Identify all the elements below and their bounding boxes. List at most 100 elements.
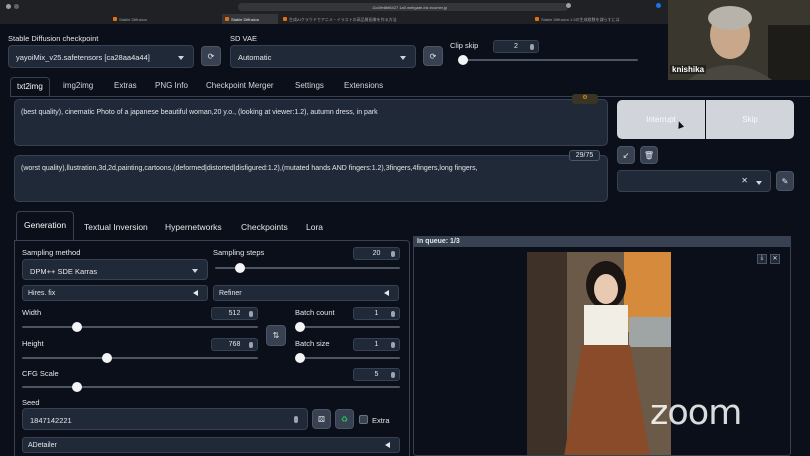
spinner-icon (294, 416, 298, 423)
reuse-seed-button[interactable]: ♻ (335, 409, 354, 429)
sampling-method-label: Sampling method (22, 248, 81, 257)
batch-count-input[interactable]: 1 (353, 307, 400, 320)
spinner-icon (391, 251, 395, 257)
slider-thumb[interactable] (295, 353, 305, 363)
extra-networks-icon[interactable]: ⚙︎ (572, 94, 598, 104)
tab-settings[interactable]: Settings (295, 81, 324, 90)
tab-generation[interactable]: Generation (16, 211, 75, 241)
trash-icon: 🗑 (643, 150, 655, 160)
profile-avatar[interactable] (656, 3, 661, 8)
webcam-video: knishika (668, 0, 810, 80)
browser-chrome: Stable Diffusion Stable Diffusion 生成AIクラ… (0, 0, 668, 24)
positive-prompt-textarea[interactable]: (best quality), cinematic Photo of a jap… (14, 99, 608, 146)
spinner-icon (249, 311, 253, 317)
sampling-method-dropdown[interactable]: DPM++ SDE Karras (22, 259, 208, 280)
slider-thumb[interactable] (102, 353, 112, 363)
extra-label: Extra (372, 416, 390, 425)
spinner-icon (530, 44, 534, 50)
tab-txt2img[interactable]: txt2img (10, 77, 50, 97)
tab-hypernetworks[interactable]: Hypernetworks (165, 222, 222, 232)
reload-icon[interactable] (566, 3, 571, 8)
spinner-icon (391, 372, 395, 378)
height-slider[interactable] (22, 353, 258, 363)
tabs-divider (10, 96, 810, 97)
slider-thumb[interactable] (295, 322, 305, 332)
tab-png-info[interactable]: PNG Info (155, 81, 188, 90)
queue-status-bar: In queue: 1/3 (413, 236, 791, 247)
edit-styles-button[interactable]: ✎ (776, 171, 794, 191)
browser-tab-0[interactable]: Stable Diffusion (110, 14, 220, 24)
negative-prompt-textarea[interactable]: (worst quality),llustration,3d,2d,painti… (14, 155, 608, 202)
height-input[interactable]: 768 (211, 338, 258, 351)
spinner-icon (391, 342, 395, 348)
tab-lora[interactable]: Lora (306, 222, 323, 232)
slider-thumb[interactable] (72, 322, 82, 332)
cfg-scale-input[interactable]: 5 (353, 368, 400, 381)
extra-checkbox[interactable] (359, 415, 368, 424)
sampling-steps-slider[interactable] (215, 263, 400, 273)
batch-size-slider[interactable] (295, 353, 400, 363)
chevron-down-icon (400, 56, 406, 60)
browser-tab-2[interactable]: 生成AIクラウドでアニメ・イラストの高品質画像を作る方法 (280, 14, 530, 24)
slider-thumb[interactable] (72, 382, 82, 392)
tab-checkpoint-merger[interactable]: Checkpoint Merger (206, 81, 274, 90)
refresh-vae-button[interactable]: ⟳ (423, 46, 443, 66)
browser-tab-3[interactable]: Stable Diffusion 1.5の生成枚数を減らすには (532, 14, 652, 24)
adetailer-accordion[interactable]: ADetailer (22, 437, 400, 453)
tab-favicon-icon (225, 17, 229, 21)
triangle-left-icon (193, 290, 198, 296)
refiner-accordion[interactable]: Refiner (213, 285, 399, 301)
refresh-checkpoint-button[interactable]: ⟳ (201, 46, 221, 66)
tab-img2img[interactable]: img2img (63, 81, 93, 90)
tab-extras[interactable]: Extras (114, 81, 137, 90)
slider-thumb[interactable] (235, 263, 245, 273)
trash-button[interactable]: 🗑 (640, 146, 658, 164)
clip-skip-slider[interactable] (458, 55, 638, 65)
width-label: Width (22, 308, 42, 317)
sampling-steps-input[interactable]: 20 (353, 247, 400, 260)
swap-dimensions-button[interactable]: ⇅ (266, 325, 286, 346)
browser-tab-1[interactable]: Stable Diffusion (222, 14, 278, 24)
address-bar[interactable]: 11c0fe8bf8427 1a0.webgate-biz.ecomer.jp (238, 3, 568, 11)
participant-name: knishika (670, 65, 707, 74)
close-icon[interactable]: ✕ (741, 176, 748, 185)
tab-favicon-icon (283, 17, 287, 21)
tab-list-icon[interactable] (14, 4, 19, 9)
seed-input[interactable]: 1847142221 (22, 408, 308, 430)
width-input[interactable]: 512 (211, 307, 258, 320)
random-seed-button[interactable]: ⚄ (312, 409, 331, 429)
swap-icon: ⇅ (272, 331, 280, 340)
styles-dropdown[interactable]: ✕ (617, 170, 771, 192)
interrupt-button[interactable]: Interrupt (617, 100, 705, 139)
recycle-icon: ♻ (340, 414, 349, 424)
vae-label: SD VAE (230, 34, 257, 43)
clip-skip-input[interactable]: 2 (493, 40, 539, 53)
refresh-icon: ⟳ (207, 51, 215, 61)
pencil-icon: ✎ (781, 176, 789, 186)
window-menu-icon[interactable] (6, 4, 11, 9)
chevron-down-icon (192, 269, 198, 273)
triangle-left-icon (384, 290, 389, 296)
tab-textual-inversion[interactable]: Textual Inversion (84, 222, 148, 232)
checkpoint-label: Stable Diffusion checkpoint (8, 34, 99, 43)
tab-favicon-icon (535, 17, 539, 21)
spinner-icon (249, 342, 253, 348)
width-slider[interactable] (22, 322, 258, 332)
batch-size-input[interactable]: 1 (353, 338, 400, 351)
download-icon[interactable]: ⤓ (757, 254, 767, 264)
batch-count-slider[interactable] (295, 322, 400, 332)
cfg-scale-slider[interactable] (22, 382, 400, 392)
close-icon[interactable]: ✕ (770, 254, 780, 264)
skip-button[interactable]: Skip (706, 100, 794, 139)
triangle-left-icon (385, 442, 390, 448)
tab-extensions[interactable]: Extensions (344, 81, 383, 90)
slider-thumb[interactable] (458, 55, 468, 65)
tab-checkpoints[interactable]: Checkpoints (241, 222, 288, 232)
chevron-down-icon (756, 181, 762, 185)
vae-dropdown[interactable]: Automatic (230, 45, 416, 68)
token-counter: 29/75 (569, 150, 600, 161)
checkpoint-dropdown[interactable]: yayoiMix_v25.safetensors [ca28aa4a44] (8, 45, 194, 68)
read-params-button[interactable]: ↙ (617, 146, 635, 164)
hires-fix-accordion[interactable]: Hires. fix (22, 285, 208, 301)
chevron-down-icon (178, 56, 184, 60)
